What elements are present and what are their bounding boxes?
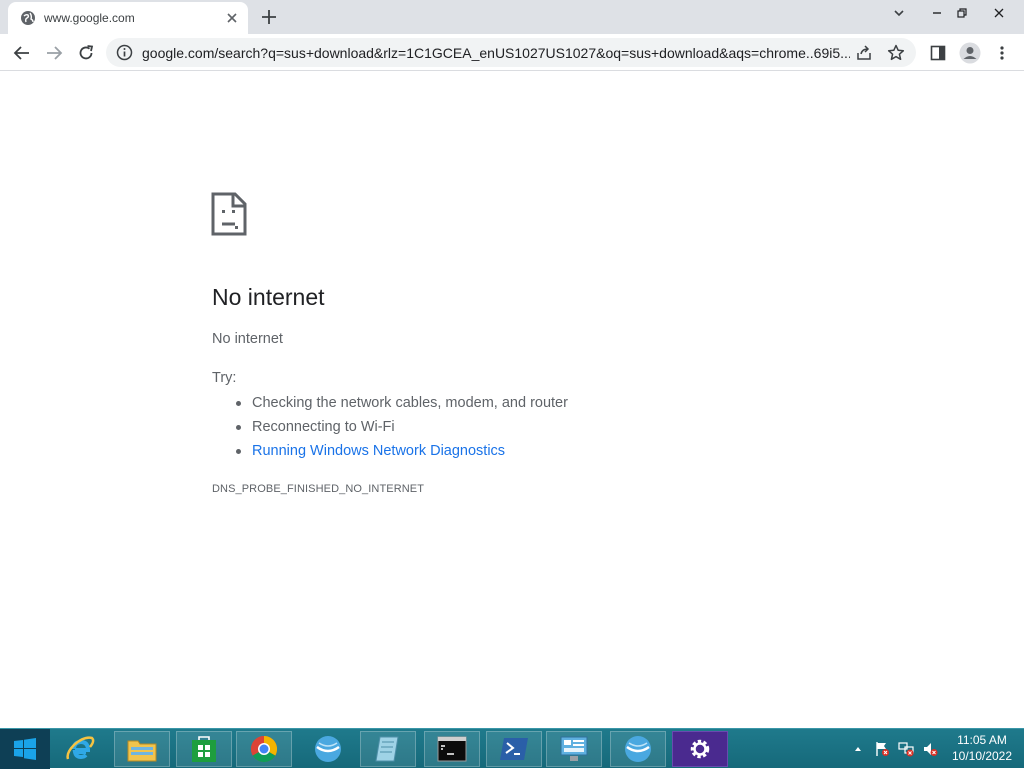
tab-strip: www.google.com bbox=[0, 0, 1024, 34]
menu-button[interactable] bbox=[990, 41, 1014, 65]
reload-icon bbox=[79, 45, 94, 60]
close-window-button[interactable] bbox=[982, 0, 1016, 26]
gear-icon bbox=[690, 739, 710, 759]
star-icon[interactable] bbox=[886, 43, 906, 63]
share-icon[interactable] bbox=[854, 43, 874, 63]
tab-title: www.google.com bbox=[44, 11, 135, 25]
taskbar-app-server-manager[interactable] bbox=[546, 731, 602, 767]
network-diagnostics-link[interactable]: Running Windows Network Diagnostics bbox=[236, 440, 568, 464]
error-title: No internet bbox=[212, 284, 325, 310]
forward-button[interactable] bbox=[42, 41, 66, 65]
store-icon bbox=[192, 736, 216, 762]
taskbar-app-5[interactable] bbox=[300, 731, 356, 767]
globe-app-icon bbox=[315, 736, 341, 762]
suggestion-item: Checking the network cables, modem, and … bbox=[236, 392, 568, 416]
url-text[interactable]: google.com/search?q=sus+download&rlz=1C1… bbox=[142, 45, 850, 61]
side-panel-button[interactable] bbox=[926, 41, 950, 65]
info-icon[interactable] bbox=[116, 44, 133, 61]
taskbar-app-file-explorer[interactable] bbox=[114, 731, 170, 767]
flag-error-icon bbox=[876, 742, 889, 756]
taskbar-app-settings[interactable] bbox=[672, 731, 728, 767]
taskbar-app-chrome[interactable] bbox=[236, 731, 292, 767]
action-center-icon[interactable] bbox=[874, 741, 890, 757]
error-code: DNS_PROBE_FINISHED_NO_INTERNET bbox=[212, 483, 425, 495]
clock-time: 11:05 AM bbox=[957, 733, 1007, 747]
server-manager-icon bbox=[560, 736, 588, 761]
suggestion-item: Reconnecting to Wi-Fi bbox=[236, 416, 568, 440]
error-subtitle: No internet bbox=[212, 331, 283, 347]
internet-explorer-icon bbox=[66, 736, 95, 760]
reload-button[interactable] bbox=[74, 41, 98, 65]
powershell-icon bbox=[500, 738, 528, 760]
arrow-right-icon bbox=[47, 46, 63, 60]
taskbar-clock[interactable]: 11:05 AM 10/10/2022 bbox=[950, 732, 1014, 764]
globe-app-icon bbox=[625, 736, 651, 762]
taskbar-app-command-prompt[interactable] bbox=[424, 731, 480, 767]
minimize-icon bbox=[933, 12, 941, 14]
tab-active[interactable]: www.google.com bbox=[8, 2, 248, 34]
restore-button[interactable] bbox=[945, 0, 979, 26]
browser-toolbar: google.com/search?q=sus+download&rlz=1C1… bbox=[0, 34, 1024, 71]
more-vert-icon bbox=[1000, 46, 1004, 60]
folder-icon bbox=[127, 740, 157, 762]
avatar-icon bbox=[959, 42, 981, 64]
close-icon bbox=[994, 8, 1004, 18]
chevron-up-icon bbox=[855, 747, 861, 751]
tab-search-button[interactable] bbox=[882, 0, 916, 26]
taskbar: 11:05 AM 10/10/2022 bbox=[0, 728, 1024, 769]
try-label: Try: bbox=[212, 370, 237, 386]
chrome-icon bbox=[250, 735, 278, 763]
globe-icon bbox=[21, 11, 35, 25]
notepad-icon bbox=[375, 736, 399, 762]
command-prompt-icon bbox=[437, 736, 467, 762]
close-icon[interactable] bbox=[224, 10, 240, 26]
back-button[interactable] bbox=[10, 41, 34, 65]
new-tab-icon[interactable] bbox=[260, 8, 278, 26]
suggestion-list: Checking the network cables, modem, and … bbox=[236, 392, 568, 464]
address-bar[interactable]: google.com/search?q=sus+download&rlz=1C1… bbox=[106, 38, 916, 67]
chevron-down-icon bbox=[894, 10, 904, 17]
restore-icon bbox=[957, 8, 967, 18]
speaker-muted-icon bbox=[924, 743, 938, 756]
network-disconnected-icon bbox=[898, 742, 914, 757]
start-button[interactable] bbox=[0, 729, 50, 769]
error-page: No internet No internet Try: Checking th… bbox=[0, 72, 1024, 728]
volume-icon[interactable] bbox=[922, 741, 938, 757]
arrow-left-icon bbox=[13, 46, 29, 60]
taskbar-app-internet-explorer[interactable] bbox=[52, 731, 108, 767]
windows-logo-icon bbox=[14, 738, 36, 760]
sad-page-icon bbox=[211, 192, 247, 236]
taskbar-app-powershell[interactable] bbox=[486, 731, 542, 767]
network-icon[interactable] bbox=[898, 741, 914, 757]
profile-button[interactable] bbox=[958, 41, 982, 65]
clock-date: 10/10/2022 bbox=[951, 749, 1013, 763]
taskbar-app-store[interactable] bbox=[176, 731, 232, 767]
show-hidden-icons-button[interactable] bbox=[850, 741, 866, 757]
side-panel-icon bbox=[930, 45, 946, 61]
taskbar-app-6[interactable] bbox=[360, 731, 416, 767]
taskbar-app-10[interactable] bbox=[610, 731, 666, 767]
